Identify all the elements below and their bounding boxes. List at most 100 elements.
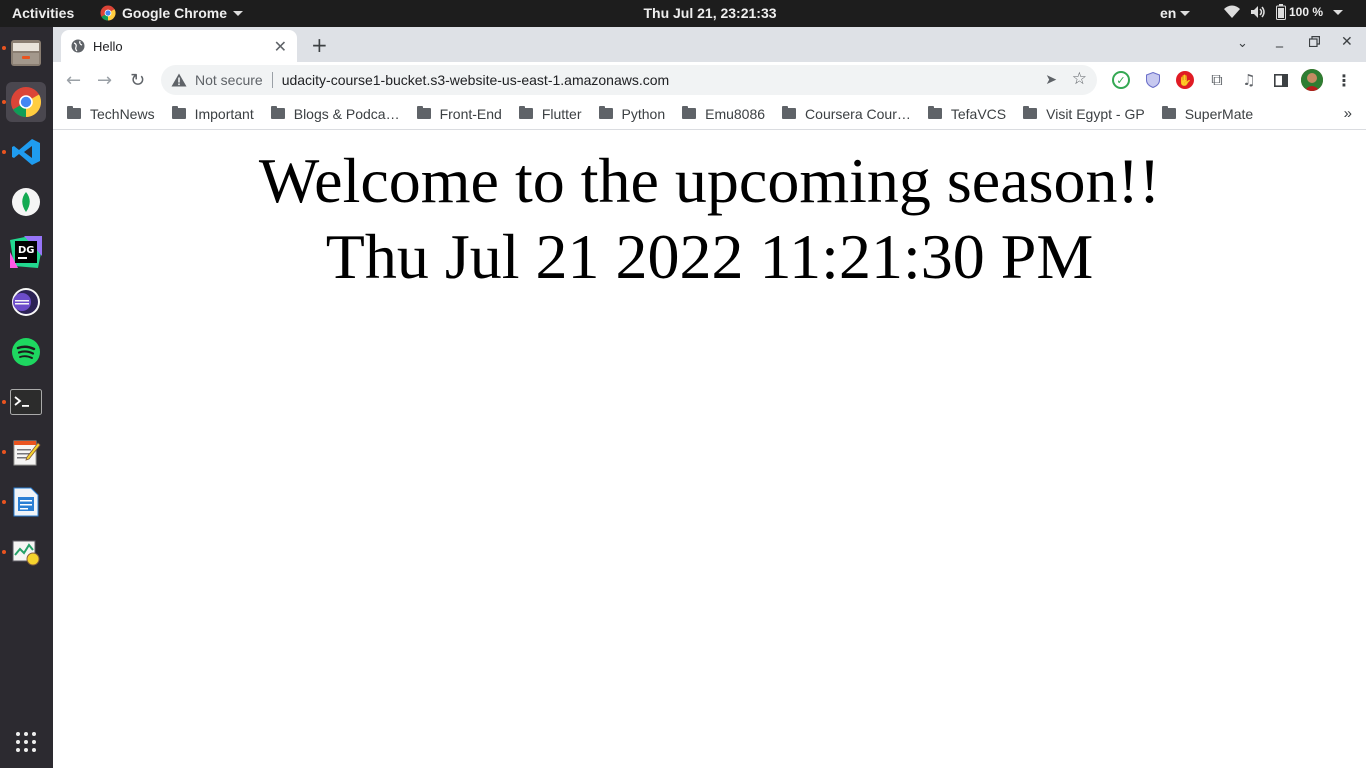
extension-adblock-icon[interactable]: ✋ — [1176, 71, 1194, 89]
volume-icon — [1251, 6, 1265, 18]
bookmark-folder[interactable]: Important — [171, 105, 254, 122]
restore-icon — [1308, 36, 1320, 48]
folder-icon — [1023, 106, 1038, 119]
bookmark-label: Emu8086 — [705, 105, 766, 122]
url-text[interactable]: udacity-course1-bucket.s3-website-us-eas… — [282, 72, 670, 88]
reload-icon[interactable]: ↻ — [130, 70, 145, 91]
minimize-button[interactable]: _ — [1276, 32, 1283, 48]
bookmark-folder[interactable]: Flutter — [518, 105, 582, 122]
dock-terminal[interactable] — [6, 382, 46, 422]
address-bar[interactable]: Not secure udacity-course1-bucket.s3-web… — [161, 65, 1097, 95]
folder-icon — [171, 106, 186, 119]
close-tab-icon[interactable]: ✕ — [274, 37, 287, 56]
chevron-down-icon — [1333, 9, 1344, 15]
side-panel-icon[interactable] — [1272, 71, 1290, 89]
side-panel-icon-glyph — [1274, 73, 1288, 87]
dock: DG — [0, 27, 53, 768]
media-control-icon[interactable]: ♫ — [1240, 71, 1258, 89]
bookmark-label: TefaVCS — [950, 105, 1007, 122]
files-icon — [11, 40, 41, 66]
system-tray[interactable]: 100 % — [1224, 4, 1344, 20]
avatar-icon — [1301, 69, 1323, 91]
profile-avatar[interactable] — [1301, 69, 1323, 91]
browser-toolbar: ← → ↻ Not secure udacity-course1-bucket.… — [53, 62, 1366, 98]
dock-libreoffice-writer[interactable] — [6, 482, 46, 522]
bookmark-folder[interactable]: Coursera Cour… — [782, 106, 911, 122]
wifi-icon — [1224, 5, 1240, 18]
eclipse-icon — [12, 288, 40, 316]
mongodb-compass-icon — [12, 188, 40, 216]
restore-button[interactable] — [1308, 35, 1320, 51]
dock-mongodb-compass[interactable] — [6, 182, 46, 222]
dock-google-chrome[interactable] — [6, 82, 46, 122]
language-indicator[interactable]: en — [1160, 5, 1191, 21]
vscode-icon — [12, 139, 40, 165]
bookmark-label: Coursera Cour… — [805, 105, 911, 122]
chevron-down-icon — [1180, 10, 1191, 16]
more-menu-icon[interactable]: ⋮ — [1335, 71, 1353, 90]
page-heading: Welcome to the upcoming season!! — [258, 145, 1161, 216]
bookmark-label: Front-End — [439, 105, 502, 122]
show-applications-button[interactable] — [6, 722, 46, 762]
dock-system-monitor[interactable] — [6, 532, 46, 572]
dock-spotify[interactable] — [6, 332, 46, 372]
tab-title: Hello — [93, 38, 123, 54]
bookmark-star-icon[interactable]: ☆ — [1072, 69, 1087, 89]
bookmark-folder[interactable]: Visit Egypt - GP — [1023, 106, 1145, 122]
warning-icon[interactable] — [171, 73, 187, 87]
chrome-icon — [11, 87, 42, 117]
terminal-icon — [10, 389, 42, 415]
battery-label: 100 % — [1289, 5, 1324, 19]
close-window-button[interactable]: ✕ — [1341, 34, 1353, 50]
svg-text:DG: DG — [18, 245, 35, 256]
bookmark-folder[interactable]: TefaVCS — [927, 105, 1007, 122]
back-arrow-icon[interactable]: ← — [66, 70, 81, 91]
system-top-bar: Activities Google Chrome Thu Jul 21, 23:… — [0, 0, 1366, 27]
folder-icon — [416, 106, 431, 119]
folder-icon — [927, 106, 942, 119]
shield-icon — [1146, 72, 1160, 88]
new-tab-button[interactable]: + — [311, 33, 328, 57]
bookmark-folder[interactable]: TechNews — [67, 106, 155, 122]
current-datetime: Thu Jul 21 2022 11:21:30 PM — [325, 221, 1094, 292]
tab-strip: Hello ✕ + ⌄ _ ✕ — [53, 27, 1366, 62]
bookmark-label: Flutter — [541, 105, 582, 122]
forward-arrow-icon[interactable]: → — [97, 70, 112, 91]
bookmark-folder[interactable]: Front-End — [416, 105, 502, 122]
extension-check-icon[interactable]: ✓ — [1112, 71, 1130, 89]
dock-text-editor[interactable] — [6, 432, 46, 472]
bookmarks-bar: TechNews Important Blogs & Podca… Front-… — [53, 98, 1366, 130]
globe-icon — [71, 39, 85, 53]
divider — [271, 72, 273, 88]
bookmark-folder[interactable]: Blogs & Podca… — [270, 105, 400, 122]
extension-shield-icon[interactable] — [1144, 71, 1162, 89]
folder-icon — [270, 106, 285, 119]
bookmark-label: Important — [194, 105, 254, 122]
datagrip-icon: DG — [10, 236, 42, 268]
dock-vscode[interactable] — [6, 132, 46, 172]
battery-icon — [1276, 4, 1286, 20]
tab-hello[interactable]: Hello ✕ — [61, 30, 297, 62]
app-grid-icon — [16, 732, 36, 752]
folder-icon — [518, 106, 533, 119]
bookmark-label: SuperMate — [1184, 105, 1254, 122]
bookmark-folder[interactable]: Python — [598, 106, 665, 122]
dock-datagrip[interactable]: DG — [6, 232, 46, 272]
system-monitor-icon — [12, 540, 40, 566]
more-bookmarks-button[interactable]: » — [1344, 105, 1352, 122]
dock-eclipse[interactable] — [6, 282, 46, 322]
spotify-icon — [12, 338, 40, 366]
language-label: en — [1160, 5, 1177, 21]
extensions-puzzle-icon[interactable]: ⧉ — [1208, 70, 1226, 89]
battery-indicator: 100 % — [1276, 4, 1323, 20]
bookmark-label: TechNews — [90, 105, 155, 122]
security-label[interactable]: Not secure — [195, 72, 263, 88]
bookmark-folder[interactable]: Emu8086 — [682, 106, 765, 122]
bookmark-folder[interactable]: SuperMate — [1161, 105, 1254, 122]
dock-files[interactable] — [6, 32, 46, 72]
folder-icon — [782, 106, 797, 119]
send-to-devices-icon[interactable]: ➤ — [1045, 71, 1057, 88]
bookmark-label: Blogs & Podca… — [293, 105, 400, 122]
bookmark-label: Visit Egypt - GP — [1046, 105, 1145, 122]
tab-search-icon[interactable]: ⌄ — [1237, 36, 1248, 51]
